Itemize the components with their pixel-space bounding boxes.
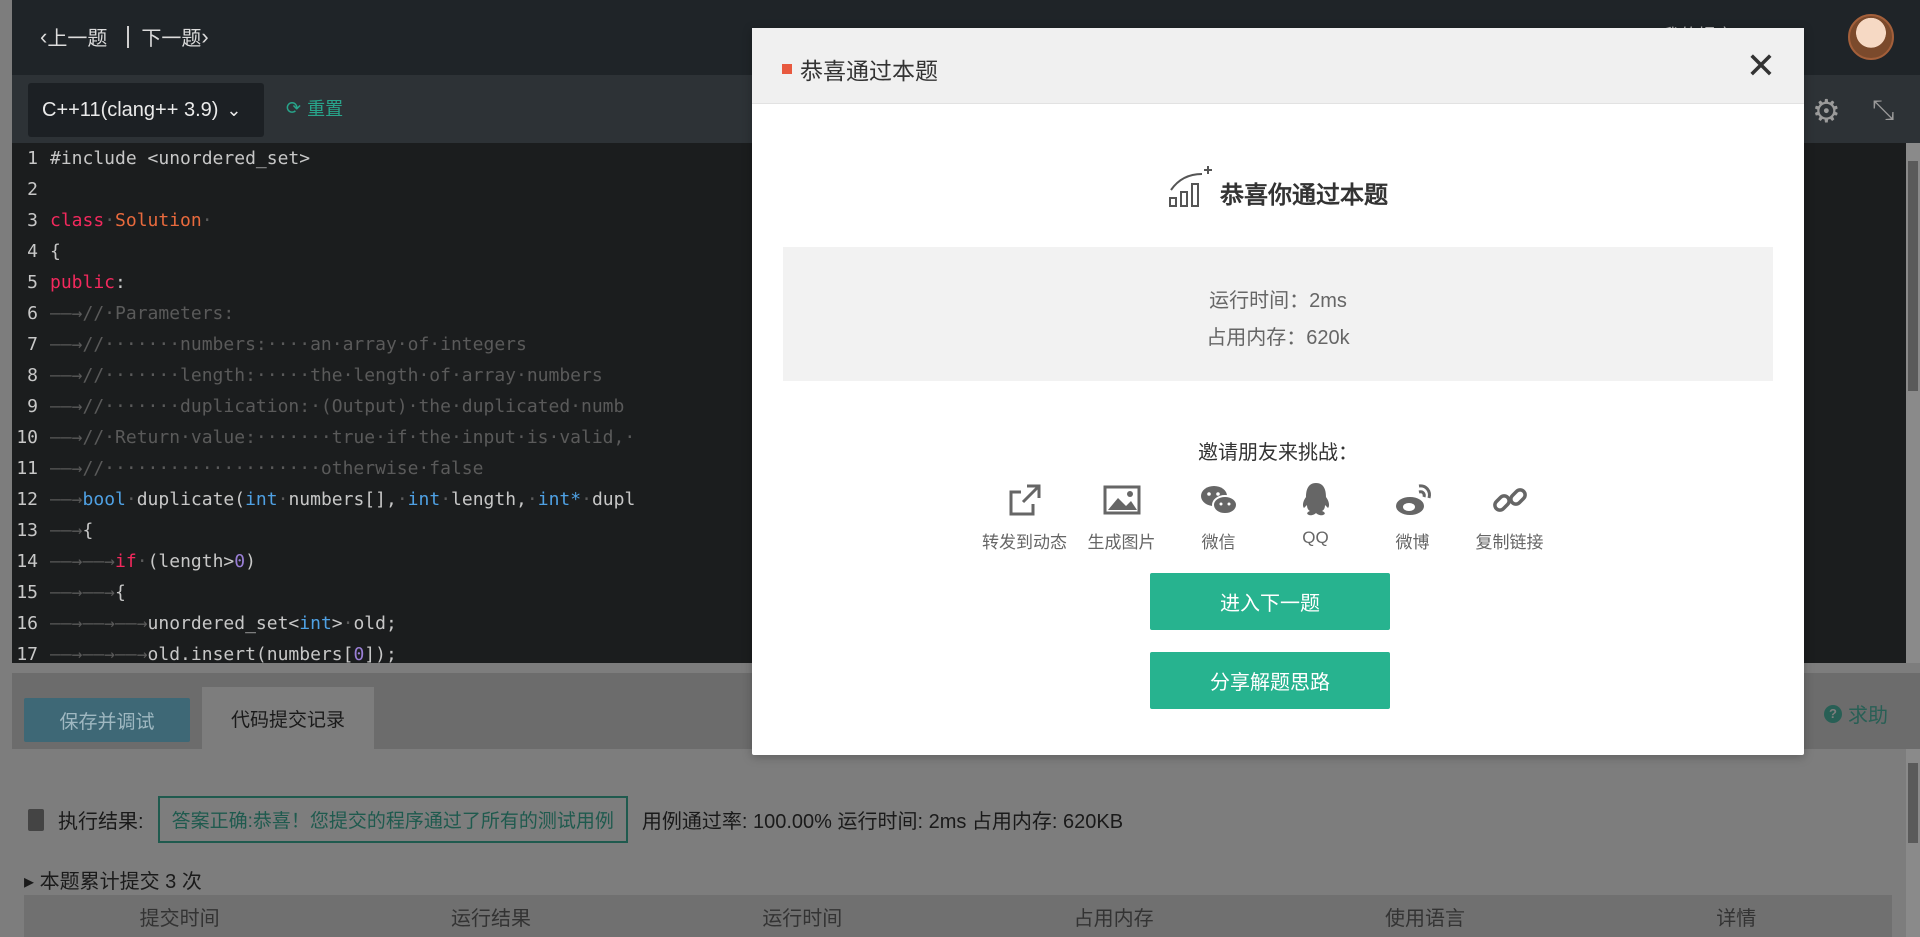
runtime-value: 运行时间：2ms bbox=[1209, 290, 1347, 312]
next-question-link[interactable]: 下一题 bbox=[141, 22, 201, 51]
share-qq[interactable]: QQ bbox=[1267, 480, 1364, 553]
status-badge: 答案正确:恭喜！您提交的程序通过了所有的测试用例 bbox=[157, 796, 628, 843]
share-label: QQ bbox=[1302, 528, 1329, 547]
chevron-down-icon: ⌄ bbox=[226, 99, 242, 120]
share-label: 转发到动态 bbox=[982, 533, 1067, 552]
line-number: 17 bbox=[16, 644, 38, 663]
copy-link[interactable]: 复制链接 bbox=[1461, 480, 1558, 553]
result-row: 执行结果: 答案正确:恭喜！您提交的程序通过了所有的测试用例 用例通过率: 10… bbox=[28, 796, 1123, 843]
tab-submission-records[interactable]: 代码提交记录 bbox=[202, 687, 374, 763]
scrollbar-thumb[interactable] bbox=[1908, 161, 1918, 391]
share-wechat[interactable]: 微信 bbox=[1170, 480, 1267, 553]
line-number: 5 bbox=[27, 272, 38, 293]
success-dialog: 恭喜通过本题 ✕ 恭喜你通过本题 运行时间：2ms 占用内存：620k 邀请朋友… bbox=[752, 28, 1804, 755]
next-question-button[interactable]: 进入下一题 bbox=[1150, 573, 1390, 630]
submission-count: 本题累计提交 3 次 bbox=[39, 871, 202, 893]
share-options: 转发到动态 生成图片 微信 QQ 微博 复制链接 bbox=[976, 480, 1558, 553]
question-icon: ? bbox=[1824, 704, 1842, 723]
dialog-title-text: 恭喜通过本题 bbox=[800, 58, 938, 84]
line-number: 15 bbox=[16, 582, 38, 603]
column-header: 提交时间 bbox=[139, 907, 220, 930]
column-header: 运行结果 bbox=[450, 907, 531, 930]
share-label: 生成图片 bbox=[1087, 533, 1156, 552]
refresh-icon: ⟳ bbox=[286, 97, 302, 118]
line-number: 4 bbox=[27, 241, 38, 262]
link-icon bbox=[1492, 488, 1527, 512]
share-to-feed[interactable]: 转发到动态 bbox=[976, 480, 1073, 553]
caret-right-icon: ▸ bbox=[24, 871, 35, 893]
share-label: 微博 bbox=[1395, 533, 1430, 552]
table-header: 提交时间 运行结果 运行时间 占用内存 使用语言 详情 bbox=[24, 895, 1892, 937]
line-number: 2 bbox=[27, 179, 38, 200]
line-number: 13 bbox=[16, 520, 38, 541]
line-number: 6 bbox=[27, 303, 38, 324]
editor-scrollbar[interactable] bbox=[1906, 143, 1920, 663]
chevron-right-icon: › bbox=[201, 23, 209, 49]
success-hero: 恭喜你通过本题 bbox=[752, 164, 1804, 210]
weibo-icon bbox=[1395, 484, 1431, 515]
language-select[interactable]: C++11(clang++ 3.9) ⌄ bbox=[28, 83, 264, 137]
share-solution-button[interactable]: 分享解题思路 bbox=[1150, 652, 1390, 709]
help-button[interactable]: ? 求助 bbox=[1824, 699, 1888, 728]
memory-value: 占用内存：620k bbox=[1206, 327, 1350, 349]
result-label: 执行结果: bbox=[58, 811, 144, 833]
column-header: 使用语言 bbox=[1384, 907, 1465, 930]
qq-icon bbox=[1302, 483, 1329, 516]
invite-label: 邀请朋友来挑战： bbox=[1198, 442, 1358, 464]
save-and-debug-button[interactable]: 保存并调试 bbox=[24, 698, 190, 742]
growth-chart-icon bbox=[1169, 166, 1212, 207]
collapse-icon[interactable]: ⤡ bbox=[1872, 95, 1902, 125]
share-weibo[interactable]: 微博 bbox=[1364, 480, 1461, 553]
line-number: 1 bbox=[27, 148, 38, 169]
generate-image[interactable]: 生成图片 bbox=[1073, 480, 1170, 553]
panel-scrollbar[interactable] bbox=[1906, 749, 1920, 937]
dialog-title: 恭喜通过本题 bbox=[782, 52, 938, 86]
share-label: 复制链接 bbox=[1475, 533, 1544, 552]
wechat-icon bbox=[1200, 486, 1238, 515]
submission-count-toggle[interactable]: ▸ 本题累计提交 3 次 bbox=[24, 865, 202, 894]
clipboard-icon bbox=[28, 808, 44, 831]
image-icon bbox=[1103, 485, 1140, 515]
nav-divider bbox=[127, 25, 130, 48]
reset-button[interactable]: ⟳ 重置 bbox=[286, 95, 343, 121]
line-number: 10 bbox=[16, 427, 38, 448]
line-number: 14 bbox=[16, 551, 38, 572]
line-number: 3 bbox=[27, 210, 38, 231]
hero-title: 恭喜你通过本题 bbox=[1220, 182, 1388, 209]
share-out-icon bbox=[1009, 484, 1040, 516]
line-number: 12 bbox=[16, 489, 38, 510]
chevron-left-icon: ‹ bbox=[40, 23, 48, 49]
close-icon[interactable]: ✕ bbox=[1746, 48, 1776, 84]
run-stats: 运行时间：2ms 占用内存：620k bbox=[783, 247, 1773, 381]
question-nav: ‹ 上一题 下一题 › bbox=[40, 22, 209, 51]
line-number: 7 bbox=[27, 334, 38, 355]
column-header: 运行时间 bbox=[762, 907, 843, 930]
language-label: C++11(clang++ 3.9) bbox=[42, 98, 219, 121]
line-number: 11 bbox=[16, 458, 38, 479]
column-header: 占用内存 bbox=[1073, 907, 1154, 930]
line-number: 8 bbox=[27, 365, 38, 386]
share-label: 微信 bbox=[1201, 533, 1236, 552]
prev-question-link[interactable]: 上一题 bbox=[47, 22, 107, 51]
scrollbar-thumb[interactable] bbox=[1908, 763, 1918, 843]
help-label: 求助 bbox=[1848, 705, 1888, 727]
line-number: 9 bbox=[27, 396, 38, 417]
avatar[interactable] bbox=[1848, 14, 1894, 60]
title-marker bbox=[782, 64, 792, 74]
column-header: 详情 bbox=[1716, 907, 1757, 930]
line-number: 16 bbox=[16, 613, 38, 634]
gear-icon[interactable]: ⚙ bbox=[1812, 95, 1844, 127]
reset-label: 重置 bbox=[307, 99, 344, 119]
dialog-header: 恭喜通过本题 ✕ bbox=[752, 28, 1804, 104]
result-stats: 用例通过率: 100.00% 运行时间: 2ms 占用内存: 620KB bbox=[641, 811, 1124, 833]
